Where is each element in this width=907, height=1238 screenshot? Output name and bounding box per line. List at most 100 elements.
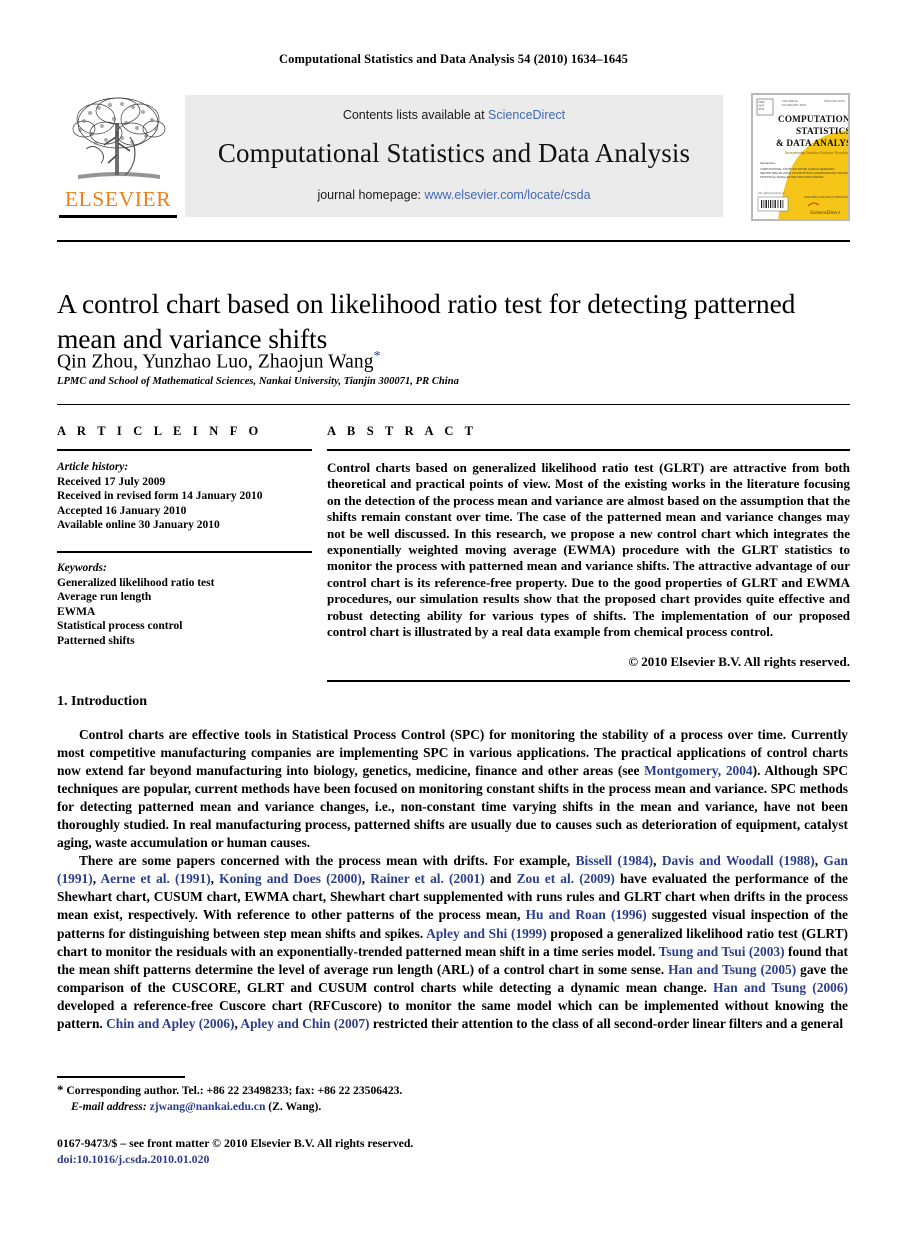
author-names: Qin Zhou, Yunzhao Luo, Zhaojun Wang (57, 351, 374, 373)
abstract-column: A B S T R A C T Control charts based on … (327, 424, 850, 683)
page-title: A control chart based on likelihood rati… (57, 288, 796, 355)
keyword-item: Statistical process control (57, 620, 183, 633)
keyword-item: Patterned shifts (57, 634, 135, 647)
homepage-prefix: journal homepage: (317, 188, 425, 202)
svg-text:ScienceDirect: ScienceDirect (810, 210, 841, 216)
svg-text:ISSN 0167-9473: ISSN 0167-9473 (824, 99, 845, 103)
contents-prefix: Contents lists available at (342, 108, 489, 122)
elsevier-wordmark: ELSEVIER (64, 187, 172, 211)
keyword-item: Generalized likelihood ratio test (57, 576, 215, 589)
abstract-text: Control charts based on generalized like… (327, 460, 850, 640)
keyword-item: Average run length (57, 591, 152, 604)
footnote-block: * Corresponding author. Tel.: +86 22 234… (57, 1082, 557, 1115)
article-info-column: A R T I C L E I N F O Article history: R… (57, 424, 312, 649)
journal-title: Computational Statistics and Data Analys… (217, 138, 691, 168)
paragraph-1: Control charts are effective tools in St… (57, 726, 848, 852)
corresponding-author-note: * Corresponding author. Tel.: +86 22 234… (57, 1082, 557, 1099)
citation-han-tsung-2005[interactable]: Han and Tsung (2005) (668, 962, 796, 977)
cover-artwork: ISSN01679473 VOLUME 5415 JANUARY 2010 IS… (752, 94, 849, 220)
journal-homepage-link[interactable]: www.elsevier.com/locate/csda (424, 188, 590, 202)
email-note: E-mail address: zjwang@nankai.edu.cn (Z.… (57, 1099, 557, 1115)
citation-chin-apley-2006[interactable]: Chin and Apley (2006) (106, 1016, 234, 1031)
citation-apley-chin-2007[interactable]: Apley and Chin (2007) (240, 1016, 369, 1031)
journal-cover-thumbnail[interactable]: ISSN 0167 9473 VOLUME 54 15 JANUARY 2010 IS… (751, 93, 850, 221)
history-received: Received 17 July 2009 (57, 475, 166, 488)
p2-t1: There are some papers concerned with the… (79, 853, 576, 869)
history-online: Available online 30 January 2010 (57, 519, 220, 532)
corresponding-author-marker[interactable]: * (374, 349, 381, 364)
footnote-star-marker: * (57, 1082, 64, 1097)
paper-page: Computational Statistics and Data Analys… (0, 0, 907, 1238)
history-revised: Received in revised form 14 January 2010 (57, 490, 263, 503)
front-matter-block: 0167-9473/$ – see front matter © 2010 El… (57, 1136, 657, 1167)
running-head: Computational Statistics and Data Analys… (279, 52, 628, 66)
logo-underline (59, 215, 177, 218)
journal-masthead: ELSEVIER Contents lists available at Sci… (57, 93, 850, 226)
email-owner: (Z. Wang). (268, 1100, 322, 1113)
email-label: E-mail address: (71, 1100, 147, 1113)
keywords-list: Keywords: Generalized likelihood ratio t… (57, 561, 312, 649)
title-bottom-rule (57, 404, 850, 405)
citation-davis-woodall-1988[interactable]: Davis and Woodall (1988) (662, 853, 815, 868)
contents-available-line: Contents lists available at ScienceDirec… (185, 95, 723, 122)
svg-text:& DATA ANALYSIS: & DATA ANALYSIS (776, 138, 849, 148)
keywords-divider (57, 550, 312, 553)
issn-front-matter: 0167-9473/$ – see front matter © 2010 El… (57, 1136, 414, 1150)
affiliation: LPMC and School of Mathematical Sciences… (57, 376, 459, 387)
citation-han-tsung-2006[interactable]: Han and Tsung (2006) (713, 980, 848, 995)
corresponding-author-text: Corresponding author. Tel.: +86 22 23498… (66, 1084, 403, 1097)
author-list: Qin Zhou, Yunzhao Luo, Zhaojun Wang* (57, 349, 847, 374)
svg-text:Incorporating Statistical Soft: Incorporating Statistical Software Newsl… (784, 151, 849, 155)
svg-text:Special Issue: Special Issue (760, 161, 776, 165)
citation-koning-does-2000[interactable]: Koning and Does (2000) (219, 871, 362, 886)
citation-hu-roan-1996[interactable]: Hu and Roan (1996) (526, 907, 647, 922)
doi-link[interactable]: doi:10.1016/j.csda.2010.01.020 (57, 1152, 657, 1168)
p2-t6: , (361, 871, 371, 887)
journal-banner: Contents lists available at ScienceDirec… (185, 95, 723, 217)
p2-t15: restricted their attention to the class … (369, 1015, 844, 1031)
svg-text:0167: 0167 (759, 104, 765, 108)
citation-rainer-2001[interactable]: Rainer et al. (2001) (370, 871, 484, 886)
citation-tsung-tsui-2003[interactable]: Tsung and Tsui (2003) (659, 944, 785, 959)
introduction-body: Control charts are effective tools in St… (57, 726, 848, 1033)
svg-text:AVAILABLE ONLINE AT WWW.SCIENC: AVAILABLE ONLINE AT WWW.SCIENCEDIRECT.CO… (804, 195, 849, 199)
svg-text:SECOND SPECIAL ISSUE ON STATIS: SECOND SPECIAL ISSUE ON STATISTICAL ALGO… (760, 171, 849, 175)
abstract-bottom-rule (327, 680, 850, 683)
citation-bissell-1984[interactable]: Bissell (1984) (576, 853, 654, 868)
history-accepted: Accepted 16 January 2010 (57, 504, 187, 517)
p2-t5: , (210, 871, 220, 887)
article-info-divider (57, 449, 312, 451)
abstract-label: A B S T R A C T (327, 424, 478, 438)
email-link[interactable]: zjwang@nankai.edu.cn (150, 1100, 266, 1113)
article-history: Article history: Received 17 July 2009 R… (57, 460, 312, 533)
citation-aerne-1991[interactable]: Aerne et al. (1991) (100, 871, 210, 886)
section-title: Introduction (71, 694, 147, 709)
p2-t7: and (484, 871, 517, 887)
section-number: 1. (57, 694, 68, 709)
article-info-label: A R T I C L E I N F O (57, 424, 263, 438)
svg-text:The official journal of: The official journal of (758, 191, 786, 195)
elsevier-tree-icon (72, 97, 166, 179)
abstract-divider (327, 449, 850, 451)
paragraph-2: There are some papers concerned with the… (57, 852, 848, 1032)
svg-text:ISSN: ISSN (759, 100, 765, 104)
keyword-item: EWMA (57, 605, 96, 618)
svg-text:15 JANUARY 2010: 15 JANUARY 2010 (782, 103, 806, 107)
citation-zou-2009[interactable]: Zou et al. (2009) (517, 871, 615, 886)
svg-text:STATISTICAL SIGNAL EXTRACTION: STATISTICAL SIGNAL EXTRACTION AND FILTER… (760, 175, 824, 179)
svg-text:COMPUTATIONAL: COMPUTATIONAL (778, 114, 849, 124)
citation-apley-shi-1999[interactable]: Apley and Shi (1999) (426, 926, 547, 941)
footnote-rule (57, 1076, 185, 1078)
section-heading-introduction: 1. Introduction (57, 694, 147, 710)
article-history-label: Article history: (57, 461, 129, 473)
citation-montgomery-2004[interactable]: Montgomery, 2004 (644, 763, 752, 778)
journal-homepage-line: journal homepage: www.elsevier.com/locat… (185, 188, 723, 202)
keywords-label: Keywords: (57, 561, 107, 574)
svg-text:STATISTICS: STATISTICS (796, 126, 849, 136)
sciencedirect-link[interactable]: ScienceDirect (488, 108, 565, 122)
svg-text:9473: 9473 (759, 107, 765, 111)
svg-text:COMPUTATIONAL STATISTICS WITHI: COMPUTATIONAL STATISTICS WITHIN CLINICAL… (760, 167, 835, 171)
elsevier-logo: ELSEVIER (57, 93, 179, 218)
title-top-rule (57, 240, 850, 242)
abstract-copyright: © 2010 Elsevier B.V. All rights reserved… (628, 654, 850, 670)
